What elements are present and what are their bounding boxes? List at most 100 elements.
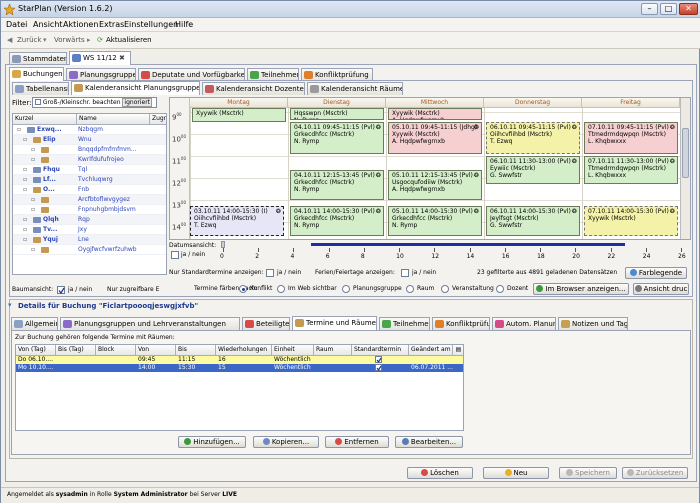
calendar-event[interactable]: Hqsswpn (Msctrk)N. Rymp <box>290 108 384 120</box>
close-button[interactable]: ✕ <box>679 3 698 15</box>
radio-dozent[interactable] <box>496 285 504 293</box>
tab-buchungen[interactable]: Buchungen <box>9 67 64 81</box>
col-von[interactable]: Von <box>136 345 176 356</box>
tree-table[interactable]: Kurzel Name Zugriff ▫ Exwq... Nzbqgm ▫ Elip W… <box>12 113 167 275</box>
tree-row[interactable]: ▫ Yquj Lne <box>13 235 166 245</box>
maximize-button[interactable]: □ <box>660 3 677 15</box>
tree-row[interactable]: ▫ Fhqu Tql <box>13 165 166 175</box>
expand-toggle-icon[interactable]: ▫ <box>23 135 27 144</box>
standardtermin-checkbox[interactable] <box>375 364 382 371</box>
menu-aktionen[interactable]: Aktionen <box>63 20 98 29</box>
expand-toggle-icon[interactable]: ▫ <box>23 235 27 244</box>
event-settings-icon[interactable]: ❂ <box>376 124 381 131</box>
loeschen-button[interactable]: Löschen <box>407 467 473 479</box>
menu-hilfe[interactable]: Hilfe <box>175 20 193 29</box>
tree-header-zugriff[interactable]: Zugriff <box>150 114 166 125</box>
speichern-button[interactable]: Speichern <box>559 467 617 479</box>
calendar-event[interactable]: 03.10.11 14:00-15:30 (I) Oiihcvfiihbd (Ms… <box>190 206 284 236</box>
baumansicht-checkbox[interactable] <box>57 286 65 294</box>
tab-kalender-planungsgruppen[interactable]: Kalenderansicht Planungsgruppen <box>71 81 200 95</box>
tree-header-name[interactable]: Name <box>77 114 150 125</box>
col-geaendert[interactable]: Geändert am <box>409 345 453 356</box>
back-button[interactable]: Zurück <box>17 36 41 44</box>
tab-allgemein[interactable]: Allgemein <box>11 317 58 330</box>
col-block[interactable]: Block <box>96 345 136 356</box>
standardtermin-checkbox[interactable] <box>375 356 382 363</box>
browser-button[interactable]: Im Browser anzeigen... <box>533 283 629 295</box>
tree-row[interactable]: ▫ Fnpnuhgbmbjdsvm <box>13 205 166 215</box>
farblegende-button[interactable]: Farblegende <box>625 267 687 279</box>
menu-ansicht[interactable]: Ansicht <box>33 20 63 29</box>
event-settings-icon[interactable]: ❂ <box>670 158 675 165</box>
expand-toggle-icon[interactable]: ▫ <box>17 125 21 134</box>
neu-button[interactable]: Neu <box>483 467 549 479</box>
calendar-event[interactable]: 05.10.11 09:45-11:15 (Jdhg) Xyywik (Msctr… <box>388 122 482 154</box>
column-chooser-icon[interactable]: ▤ <box>453 345 463 356</box>
calendar-event[interactable]: 06.10.11 11:30-13:00 (Pvl) Eywiic (Msctrk… <box>486 156 580 184</box>
filter-input[interactable]: Groß-/Kleinschr. beachten ignoriert <box>32 97 157 108</box>
col-bis-tag[interactable]: Bis (Tag) <box>56 345 96 356</box>
expand-toggle-icon[interactable]: ▫ <box>23 175 27 184</box>
calendar-event[interactable]: 04.10.11 14:00-15:30 (Pvl) Grkecdhfcc (Ms… <box>290 206 384 236</box>
event-settings-icon[interactable]: ❂ <box>670 124 675 131</box>
tree-row[interactable]: ▫ Exwq... Nzbqgm <box>13 125 166 135</box>
expand-toggle-icon[interactable]: ▫ <box>23 165 27 174</box>
week-scale[interactable]: 0 2 4 6 8 10 12 14 16 18 20 22 24 26 <box>220 241 686 261</box>
expand-toggle-icon[interactable]: ▫ <box>23 215 27 224</box>
table-row-selected[interactable]: Mo 10.10.... 14:00 15:30 15 Wöchentlich … <box>16 364 463 372</box>
tab-kalender-dozenten[interactable]: Kalenderansicht Dozenten <box>202 82 305 95</box>
tab-details-teilnehmer[interactable]: Teilnehmer <box>379 317 430 330</box>
expand-toggle-icon[interactable]: ▫ <box>31 155 35 164</box>
tree-header-kurzel[interactable]: Kurzel <box>13 114 77 125</box>
event-settings-icon[interactable]: ❂ <box>670 208 675 215</box>
menu-datei[interactable]: Datei <box>6 20 27 29</box>
calendar-event[interactable]: Xyywik (Msctrk) <box>192 108 286 122</box>
radio-raum[interactable] <box>406 285 414 293</box>
calendar-scrollbar[interactable] <box>680 98 690 239</box>
col-von-tag[interactable]: Von (Tag) <box>16 345 56 356</box>
menu-extras[interactable]: Extras <box>99 20 124 29</box>
col-standardtermin[interactable]: Standardtermin <box>352 345 409 356</box>
col-einheit[interactable]: Einheit <box>272 345 314 356</box>
event-settings-icon[interactable]: ❂ <box>376 172 381 179</box>
tree-row[interactable]: ▫ Elip Wnu <box>13 135 166 145</box>
tab-tabellenansicht[interactable]: Tabellenansicht <box>12 82 69 95</box>
collapse-icon[interactable]: ▾ <box>8 301 12 309</box>
tab-details-konflikt[interactable]: Konfliktprüfung <box>432 317 490 330</box>
tree-row[interactable]: ▫ O... Fnb <box>13 185 166 195</box>
expand-toggle-icon[interactable]: ▫ <box>23 225 27 234</box>
calendar-event[interactable]: 07.10.11 14:00-15:30 (Pvl) Xyywik (Msctrk… <box>584 206 678 236</box>
tab-notizen[interactable]: Notizen und Tags <box>558 317 628 330</box>
calendar-event[interactable]: 07.10.11 09:45-11:15 (Pvl) Ttmedrmdqwpqn … <box>584 122 678 154</box>
radio-veranstaltung[interactable] <box>441 285 449 293</box>
tree-row[interactable]: ▫ Tv... Jxy <box>13 225 166 235</box>
ferien-checkbox[interactable] <box>401 269 409 277</box>
calendar-event[interactable]: 05.10.11 12:15-13:45 (Pvl) Usgocqufodiiw … <box>388 170 482 200</box>
tab-planungsgruppen-lv[interactable]: Planungsgruppen und Lehrveranstaltungen <box>60 317 240 330</box>
expand-toggle-icon[interactable]: ▫ <box>31 195 35 204</box>
calendar-scroll-thumb[interactable] <box>682 128 689 178</box>
radio-konflikt[interactable] <box>239 285 247 293</box>
calendar-event[interactable]: Xyywik (Msctrk)A. Hqdpwfwgrnxb <box>388 108 482 120</box>
expand-toggle-icon[interactable]: ▫ <box>31 205 35 214</box>
forward-button[interactable]: Vorwärts <box>54 36 85 44</box>
hinzufuegen-button[interactable]: Hinzufügen... <box>178 436 246 448</box>
close-tab-icon[interactable]: ✖ <box>119 54 125 62</box>
calendar-event[interactable]: 05.10.11 14:00-15:30 (Pvl) Grkecdhfcc (Ms… <box>388 206 482 236</box>
bearbeiten-button[interactable]: Bearbeiten... <box>395 436 463 448</box>
event-settings-icon[interactable]: ❂ <box>474 208 479 215</box>
event-settings-icon[interactable]: ❂ <box>572 158 577 165</box>
filter-mode-chip[interactable]: ignoriert <box>122 98 153 107</box>
expand-toggle-icon[interactable]: ▫ <box>31 245 35 254</box>
event-settings-icon[interactable]: ❂ <box>572 208 577 215</box>
refresh-button[interactable]: Aktualisieren <box>106 36 152 44</box>
calendar-event[interactable]: 07.10.11 11:30-13:00 (Pvl) Ttmedrmdqwpqn … <box>584 156 678 184</box>
case-checkbox[interactable] <box>35 99 41 105</box>
week-slider-thumb[interactable] <box>221 241 225 248</box>
entfernen-button[interactable]: Entfernen <box>325 436 389 448</box>
calendar-event[interactable]: 04.10.11 12:15-13:45 (Pvl) Grkecdhfcc (Ms… <box>290 170 384 200</box>
col-wiederholungen[interactable]: Wiederholungen <box>216 345 272 356</box>
tree-row[interactable]: ▫ Oygjfwcfvwrfzuhwb <box>13 245 166 255</box>
tree-row[interactable]: ▫ Kwrlfdufufrojeo <box>13 155 166 165</box>
calendar-grid[interactable]: Montag Dienstag Mittwoch Donnerstag Frei… <box>169 97 691 240</box>
